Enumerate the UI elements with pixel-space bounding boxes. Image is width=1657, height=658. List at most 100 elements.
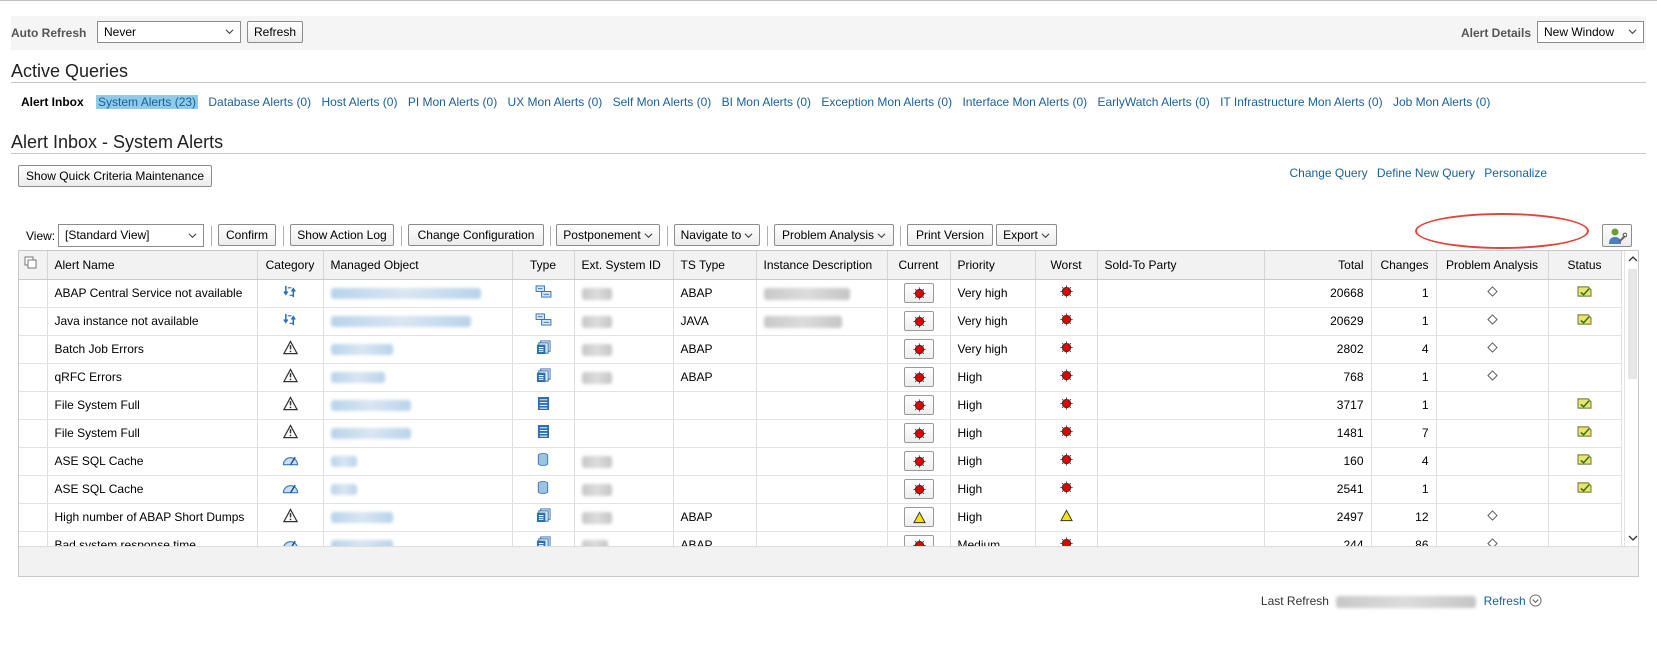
status-cell[interactable] (1548, 447, 1622, 476)
query-tab-pi-mon-alerts[interactable]: PI Mon Alerts (0) (408, 95, 497, 109)
status-cell[interactable] (1548, 279, 1622, 308)
query-tab-database-alerts[interactable]: Database Alerts (0) (208, 95, 311, 109)
current-status-button[interactable] (903, 311, 934, 331)
analysis-diamond-icon[interactable] (1486, 286, 1498, 297)
current-cell[interactable] (887, 475, 951, 504)
alert-name[interactable]: ABAP Central Service not available (47, 279, 258, 308)
col-sold-to-party[interactable]: Sold-To Party (1097, 251, 1265, 280)
col-changes[interactable]: Changes (1371, 251, 1437, 280)
alert-details-select[interactable]: New Window (1537, 21, 1644, 43)
problem-analysis-menu[interactable]: Problem Analysis (774, 224, 894, 246)
table-row[interactable]: ASE SQL Cache High 160 4 (19, 447, 1622, 476)
analysis-diamond-icon[interactable] (1486, 370, 1498, 381)
managed-object-redacted[interactable] (323, 503, 513, 532)
settings-button[interactable] (1602, 224, 1632, 247)
col-total[interactable]: Total (1264, 251, 1372, 280)
table-row[interactable]: File System Full High 1481 7 (19, 419, 1622, 448)
col-status[interactable]: Status (1548, 251, 1622, 280)
query-tab-earlywatch-alerts[interactable]: EarlyWatch Alerts (0) (1098, 95, 1210, 109)
change-query-link[interactable]: Change Query (1290, 166, 1368, 180)
auto-refresh-select[interactable]: Never (97, 21, 241, 43)
current-status-button[interactable] (903, 367, 934, 387)
current-cell[interactable] (887, 307, 951, 336)
table-row[interactable]: qRFC Errors ABAP High 768 1 (19, 363, 1622, 392)
col-instance-description[interactable]: Instance Description (756, 251, 888, 280)
current-cell[interactable] (887, 279, 951, 308)
table-row[interactable]: ABAP Central Service not available ABAP Ve… (19, 279, 1622, 308)
query-tab-exception-mon-alerts[interactable]: Exception Mon Alerts (0) (821, 95, 952, 109)
current-cell[interactable] (887, 503, 951, 532)
analysis-diamond-icon[interactable] (1486, 342, 1498, 353)
query-tab-job-mon-alerts[interactable]: Job Mon Alerts (0) (1393, 95, 1490, 109)
row-select-cell[interactable] (19, 363, 48, 392)
view-select[interactable]: [Standard View] (58, 224, 204, 247)
query-tab-self-mon-alerts[interactable]: Self Mon Alerts (0) (613, 95, 712, 109)
current-status-button[interactable] (903, 451, 934, 471)
analysis-diamond-icon[interactable] (1486, 510, 1498, 521)
managed-object-redacted[interactable] (323, 447, 513, 476)
status-cell[interactable] (1548, 419, 1622, 448)
status-cell[interactable] (1548, 475, 1622, 504)
managed-object-redacted[interactable] (323, 335, 513, 364)
problem-analysis-cell[interactable] (1436, 279, 1549, 308)
problem-analysis-cell[interactable] (1436, 363, 1549, 392)
col-worst[interactable]: Worst (1035, 251, 1098, 280)
query-tab-system-alerts[interactable]: System Alerts (23) (96, 95, 199, 109)
alert-name[interactable]: Java instance not available (47, 307, 258, 336)
managed-object-redacted[interactable] (323, 419, 513, 448)
alert-name[interactable]: ASE SQL Cache (47, 447, 258, 476)
scrollbar-thumb[interactable] (1628, 269, 1637, 379)
change-configuration-button[interactable]: Change Configuration (408, 224, 544, 246)
postponement-menu[interactable]: Postponement (556, 224, 660, 246)
confirm-button[interactable]: Confirm (218, 224, 276, 246)
problem-analysis-cell[interactable] (1436, 307, 1549, 336)
status-note-icon[interactable] (1577, 453, 1592, 466)
row-select-cell[interactable] (19, 447, 48, 476)
alert-name[interactable]: File System Full (47, 391, 258, 420)
col-current[interactable]: Current (887, 251, 951, 280)
row-select-cell[interactable] (19, 391, 48, 420)
alert-name[interactable]: Batch Job Errors (47, 335, 258, 364)
current-cell[interactable] (887, 335, 951, 364)
col-problem-analysis[interactable]: Problem Analysis (1436, 251, 1549, 280)
status-note-icon[interactable] (1577, 313, 1592, 326)
table-row[interactable]: ASE SQL Cache High 2541 1 (19, 475, 1622, 504)
chevron-down-circle-icon[interactable] (1529, 594, 1542, 607)
managed-object-redacted[interactable] (323, 307, 513, 336)
col-ext-system-id[interactable]: Ext. System ID (574, 251, 674, 280)
managed-object-redacted[interactable] (323, 279, 513, 308)
refresh-link[interactable]: Refresh (1484, 594, 1526, 608)
row-select-cell[interactable] (19, 279, 48, 308)
col-category[interactable]: Category (257, 251, 324, 280)
status-note-icon[interactable] (1577, 397, 1592, 410)
select-all-header[interactable] (19, 251, 48, 280)
analysis-diamond-icon[interactable] (1486, 314, 1498, 325)
row-select-cell[interactable] (19, 419, 48, 448)
query-tab-interface-mon-alerts[interactable]: Interface Mon Alerts (0) (962, 95, 1087, 109)
status-cell[interactable] (1548, 307, 1622, 336)
refresh-button[interactable]: Refresh (247, 21, 303, 43)
table-row[interactable]: Java instance not available JAVA Very high… (19, 307, 1622, 336)
current-status-button[interactable] (903, 423, 934, 443)
col-managed-object[interactable]: Managed Object (323, 251, 513, 280)
table-row[interactable]: File System Full High 3717 1 (19, 391, 1622, 420)
managed-object-redacted[interactable] (323, 391, 513, 420)
managed-object-redacted[interactable] (323, 363, 513, 392)
show-quick-criteria-button[interactable]: Show Quick Criteria Maintenance (18, 165, 212, 187)
status-note-icon[interactable] (1577, 481, 1592, 494)
table-row[interactable]: Batch Job Errors ABAP Very high 2802 4 (19, 335, 1622, 364)
personalize-link[interactable]: Personalize (1484, 166, 1547, 180)
print-version-button[interactable]: Print Version (907, 224, 993, 246)
row-select-cell[interactable] (19, 503, 48, 532)
current-status-button[interactable] (903, 507, 934, 527)
row-select-cell[interactable] (19, 335, 48, 364)
query-tab-ux-mon-alerts[interactable]: UX Mon Alerts (0) (508, 95, 603, 109)
row-select-cell[interactable] (19, 307, 48, 336)
current-status-button[interactable] (903, 395, 934, 415)
current-cell[interactable] (887, 419, 951, 448)
table-row[interactable]: High number of ABAP Short Dumps ABAP High 2… (19, 503, 1622, 532)
alert-name[interactable]: High number of ABAP Short Dumps (47, 503, 258, 532)
status-cell[interactable] (1548, 391, 1622, 420)
alert-name[interactable]: File System Full (47, 419, 258, 448)
managed-object-redacted[interactable] (323, 475, 513, 504)
